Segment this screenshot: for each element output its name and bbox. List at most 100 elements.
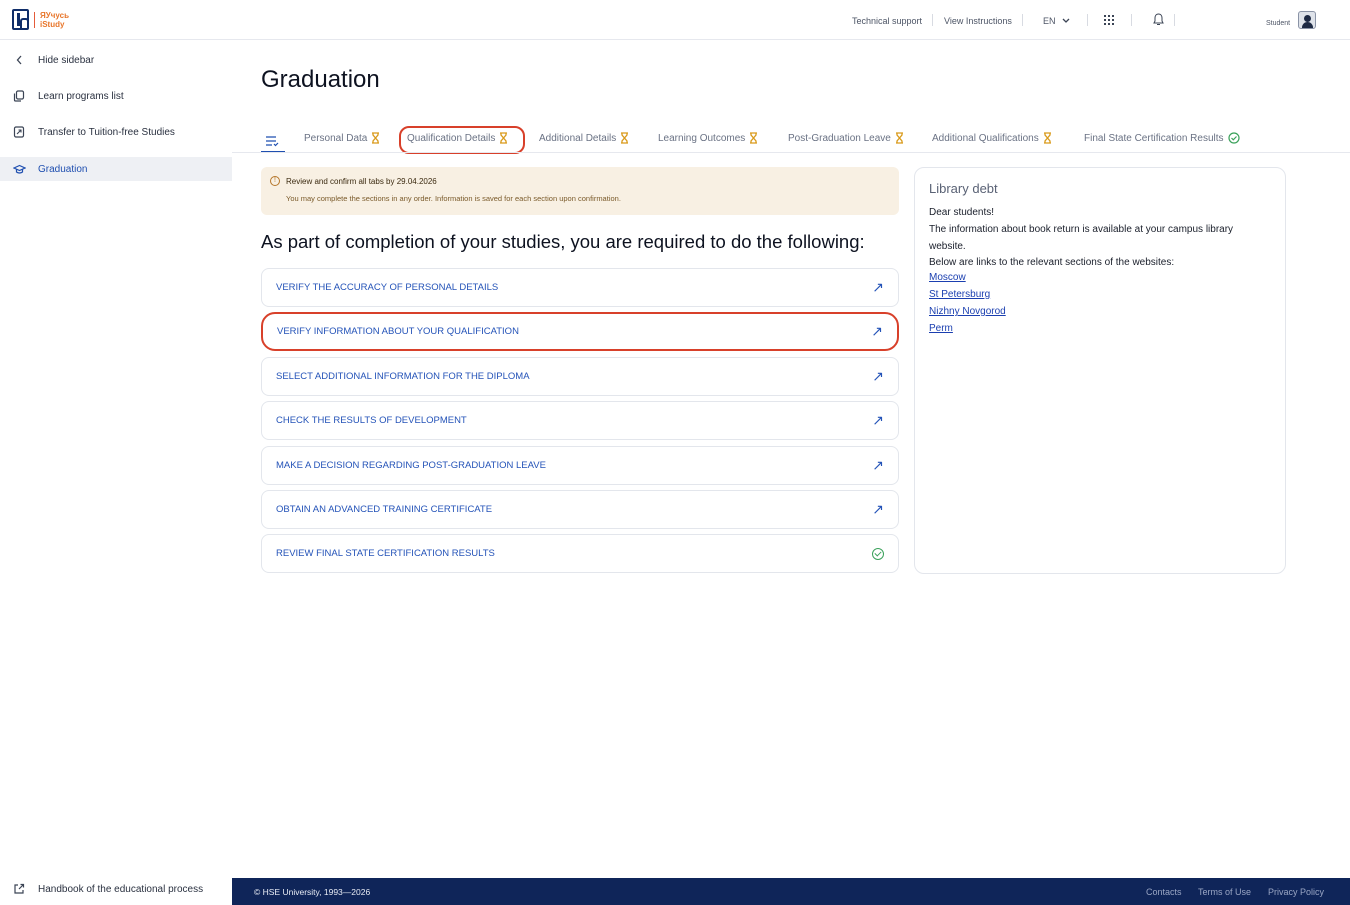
tab-post-graduation-leave[interactable]: Post-Graduation Leave: [788, 132, 904, 144]
notice-subtitle: You may complete the sections in any ord…: [286, 194, 621, 203]
task-label: REVIEW FINAL STATE CERTIFICATION RESULTS: [276, 548, 495, 559]
tab-label: Learning Outcomes: [658, 132, 746, 144]
header-divider: [1087, 14, 1088, 26]
hourglass-icon: [750, 132, 758, 144]
library-debt-card: Library debt Dear students! The informat…: [914, 167, 1286, 574]
library-greeting: Dear students!: [929, 207, 995, 218]
page-footer: © HSE University, 1993—2026 Contacts Ter…: [232, 878, 1350, 905]
tab-label: Post-Graduation Leave: [788, 132, 891, 144]
main-content: Graduation Personal Data Qualification D…: [232, 40, 1350, 878]
sidebar-item-label: Learn programs list: [38, 90, 124, 102]
task-label: VERIFY THE ACCURACY OF PERSONAL DETAILS: [276, 282, 499, 293]
handbook-link[interactable]: Handbook of the educational process: [0, 877, 232, 901]
library-link-nizhny-novgorod[interactable]: Nizhny Novgorod: [929, 306, 1006, 317]
arrow-up-right-icon: ↗: [872, 368, 884, 384]
graduation-cap-icon: [0, 164, 38, 175]
check-circle-icon: [872, 547, 884, 560]
logo-divider: [34, 12, 35, 28]
apps-grid-icon[interactable]: [1104, 15, 1114, 25]
hourglass-icon: [372, 132, 380, 144]
logo-text-ru: ЯУчусь: [40, 11, 69, 20]
tabs-divider: [232, 152, 1350, 153]
hse-logo-icon[interactable]: [12, 9, 29, 30]
tab-label: Final State Certification Results: [1084, 132, 1224, 144]
sidebar-item-graduation[interactable]: Graduation: [0, 157, 232, 181]
footer-terms-link[interactable]: Terms of Use: [1198, 887, 1251, 897]
external-link-icon: [0, 883, 38, 895]
sidebar-item-label: Transfer to Tuition-free Studies: [38, 126, 175, 138]
library-title: Library debt: [929, 181, 998, 196]
chevron-down-icon: [1062, 18, 1070, 23]
library-link-perm[interactable]: Perm: [929, 323, 953, 334]
tab-personal-data[interactable]: Personal Data: [304, 132, 380, 144]
hide-sidebar-button[interactable]: Hide sidebar: [0, 48, 232, 72]
view-instructions-link[interactable]: View Instructions: [944, 16, 1012, 26]
notice-title: Review and confirm all tabs by 29.04.202…: [286, 177, 437, 186]
check-circle-icon: [1227, 132, 1240, 144]
library-link-st-petersburg[interactable]: St Petersburg: [929, 289, 990, 300]
task-label: VERIFY INFORMATION ABOUT YOUR QUALIFICAT…: [277, 326, 519, 337]
arrow-up-right-icon: ↗: [871, 323, 883, 339]
tab-label: Additional Details: [539, 132, 617, 144]
header-divider: [1131, 14, 1132, 26]
list-icon: [266, 136, 279, 147]
tab-overview[interactable]: [261, 131, 285, 153]
hide-sidebar-label: Hide sidebar: [38, 54, 95, 66]
task-check-results[interactable]: CHECK THE RESULTS OF DEVELOPMENT ↗: [261, 401, 899, 440]
tasks-heading: As part of completion of your studies, y…: [261, 231, 865, 252]
arrow-up-right-icon: ↗: [872, 279, 884, 295]
task-label: CHECK THE RESULTS OF DEVELOPMENT: [276, 415, 467, 426]
header-divider: [932, 14, 933, 26]
task-verify-qualification[interactable]: VERIFY INFORMATION ABOUT YOUR QUALIFICAT…: [261, 312, 899, 351]
tab-label: Additional Qualifications: [932, 132, 1039, 144]
sidebar: Hide sidebar Learn programs list Transfe…: [0, 40, 232, 905]
copyright-text: © HSE University, 1993—2026: [254, 887, 371, 897]
tab-final-state-certification[interactable]: Final State Certification Results: [1084, 132, 1240, 144]
hourglass-icon: [1043, 132, 1051, 144]
header-divider: [1022, 14, 1023, 26]
task-training-certificate[interactable]: OBTAIN AN ADVANCED TRAINING CERTIFICATE …: [261, 490, 899, 529]
task-post-graduation-leave[interactable]: MAKE A DECISION REGARDING POST-GRADUATIO…: [261, 446, 899, 485]
technical-support-link[interactable]: Technical support: [852, 16, 922, 26]
arrow-up-right-icon: ↗: [872, 412, 884, 428]
deadline-notice: ! Review and confirm all tabs by 29.04.2…: [261, 167, 899, 215]
language-selector[interactable]: EN: [1043, 16, 1070, 26]
sidebar-item-label: Graduation: [38, 163, 88, 175]
sidebar-item-transfer[interactable]: Transfer to Tuition-free Studies: [0, 120, 232, 144]
copy-icon: [0, 90, 38, 102]
logo-text-en: iStudy: [40, 20, 65, 29]
tab-additional-qualifications[interactable]: Additional Qualifications: [932, 132, 1052, 144]
user-role-label: Student: [1266, 20, 1291, 27]
chevron-left-icon: [0, 55, 38, 65]
document-transfer-icon: [0, 126, 38, 138]
footer-privacy-link[interactable]: Privacy Policy: [1268, 887, 1324, 897]
library-links-intro: Below are links to the relevant sections…: [929, 257, 1175, 268]
language-label: EN: [1043, 16, 1056, 26]
hourglass-icon: [895, 132, 903, 144]
top-header: ЯУчусь iStudy Technical support View Ins…: [0, 0, 1350, 40]
page-title: Graduation: [261, 66, 380, 93]
library-link-moscow[interactable]: Moscow: [929, 272, 966, 283]
task-select-additional-info[interactable]: SELECT ADDITIONAL INFORMATION FOR THE DI…: [261, 357, 899, 396]
tab-additional-details[interactable]: Additional Details: [539, 132, 629, 144]
footer-contacts-link[interactable]: Contacts: [1146, 887, 1182, 897]
bell-icon[interactable]: [1153, 13, 1164, 26]
task-label: OBTAIN AN ADVANCED TRAINING CERTIFICATE: [276, 504, 493, 515]
logo-text[interactable]: ЯУчусь iStudy: [40, 11, 69, 29]
handbook-label: Handbook of the educational process: [38, 883, 204, 895]
hourglass-icon: [621, 132, 629, 144]
tab-label: Personal Data: [304, 132, 368, 144]
task-verify-personal-details[interactable]: VERIFY THE ACCURACY OF PERSONAL DETAILS …: [261, 268, 899, 307]
arrow-up-right-icon: ↗: [872, 501, 884, 517]
header-divider: [1174, 14, 1175, 26]
task-label: SELECT ADDITIONAL INFORMATION FOR THE DI…: [276, 371, 530, 382]
highlight-annotation: [399, 126, 525, 154]
task-label: MAKE A DECISION REGARDING POST-GRADUATIO…: [276, 460, 546, 471]
task-review-certification[interactable]: REVIEW FINAL STATE CERTIFICATION RESULTS: [261, 534, 899, 573]
arrow-up-right-icon: ↗: [872, 457, 884, 473]
library-info-text: The information about book return is ava…: [929, 224, 1234, 252]
info-icon: !: [270, 176, 280, 186]
tab-learning-outcomes[interactable]: Learning Outcomes: [658, 132, 758, 144]
user-avatar[interactable]: [1298, 11, 1316, 29]
sidebar-item-learn-programs[interactable]: Learn programs list: [0, 84, 232, 108]
